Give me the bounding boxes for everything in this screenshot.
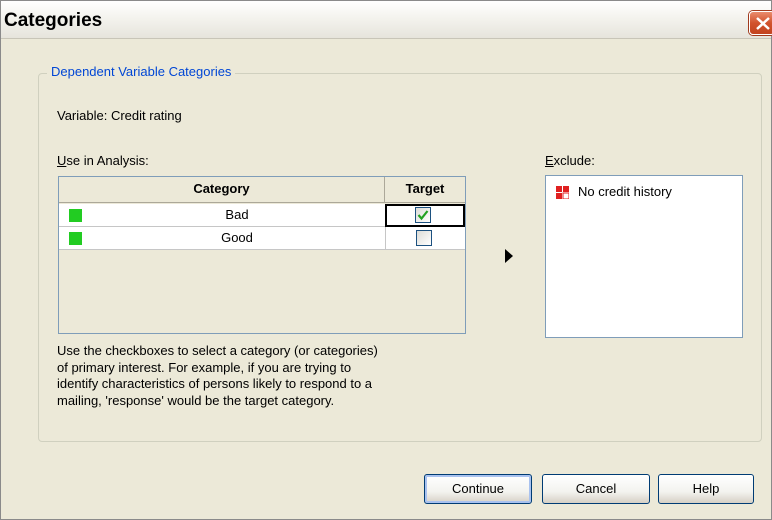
category-cell: Bad — [225, 207, 249, 222]
target-checkbox[interactable] — [416, 230, 432, 246]
use-in-analysis-label-text: se in Analysis: — [66, 153, 149, 168]
close-icon — [756, 17, 770, 30]
exclude-label-text: xclude: — [553, 153, 595, 168]
use-in-analysis-label: Use in Analysis: — [57, 153, 149, 168]
variable-label: Variable: Credit rating — [57, 108, 182, 123]
title-bar[interactable]: Categories — [1, 1, 772, 39]
target-checkbox[interactable] — [415, 207, 431, 223]
category-cell: Good — [221, 230, 253, 245]
exclude-item-label: No credit history — [578, 184, 672, 199]
target-cell[interactable] — [385, 227, 465, 250]
target-cell[interactable] — [385, 204, 465, 227]
table-row[interactable]: Good — [59, 227, 465, 250]
checkmark-icon — [417, 210, 429, 221]
instructions-text: Use the checkboxes to select a category … — [57, 343, 378, 408]
cancel-button[interactable]: Cancel — [542, 474, 650, 504]
column-header-target[interactable]: Target — [385, 177, 465, 203]
categories-dialog: Categories Dependent Variable Categories… — [0, 0, 772, 520]
table-header: Category Target — [59, 177, 465, 203]
category-color-swatch — [69, 232, 82, 245]
exclude-label: Exclude: — [545, 153, 595, 168]
use-in-analysis-mnemonic: U — [57, 153, 67, 168]
move-arrow-icon[interactable] — [504, 248, 514, 264]
help-button[interactable]: Help — [658, 474, 754, 504]
column-header-category[interactable]: Category — [59, 177, 385, 203]
close-button[interactable] — [749, 11, 772, 35]
exclude-list[interactable]: No credit history — [545, 175, 743, 338]
exclude-mnemonic: E — [545, 153, 554, 168]
use-in-analysis-table[interactable]: Category Target Bad Good — [58, 176, 466, 334]
dialog-title: Categories — [4, 10, 103, 31]
continue-button[interactable]: Continue — [424, 474, 532, 504]
table-row[interactable]: Bad — [59, 204, 465, 227]
group-legend: Dependent Variable Categories — [47, 64, 236, 79]
red-category-icon — [556, 186, 569, 199]
category-color-swatch — [69, 209, 82, 222]
